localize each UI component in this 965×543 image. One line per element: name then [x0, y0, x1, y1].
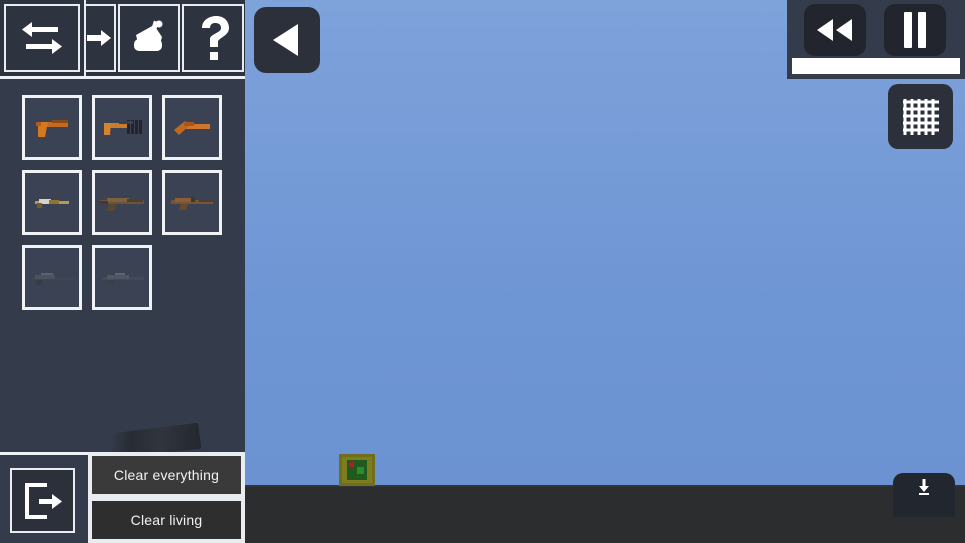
- timeline-bar-fill: [792, 58, 960, 74]
- pause-icon: [904, 12, 926, 48]
- pause-button[interactable]: [884, 4, 946, 56]
- carbine-thumbnail-icon: [35, 198, 69, 208]
- swap-arrows-icon: [22, 22, 62, 54]
- weapon-slot-sawed-off[interactable]: [162, 95, 222, 160]
- weapon-slot-assault-rifle[interactable]: [92, 170, 152, 235]
- triangle-left-icon: [273, 24, 298, 56]
- download-button[interactable]: [893, 473, 955, 517]
- next-tool-button[interactable]: [86, 4, 116, 72]
- sniper-rifle-thumbnail-icon: [31, 272, 75, 285]
- paint-tool-button[interactable]: [118, 4, 180, 72]
- machine-pistol-thumbnail-icon: [104, 119, 142, 135]
- clear-actions-panel: Clear everything Clear living: [88, 452, 245, 543]
- clear-living-button[interactable]: Clear living: [92, 501, 241, 539]
- entity-marker-red: [349, 462, 354, 467]
- question-mark-icon: [202, 16, 229, 60]
- assault-rifle-thumbnail-icon: [100, 197, 144, 211]
- download-icon: [919, 479, 929, 495]
- grid-icon: [902, 98, 939, 135]
- exit-button[interactable]: [10, 468, 75, 533]
- exit-door-icon: [24, 482, 62, 519]
- help-tool-button[interactable]: [182, 4, 244, 72]
- playback-controls-panel: [787, 0, 965, 79]
- left-sidebar: Clear everything Clear living: [0, 0, 245, 543]
- sawed-off-thumbnail-icon: [174, 120, 210, 135]
- swap-tool-button[interactable]: [4, 4, 80, 72]
- weapon-slot-sniper-rifle[interactable]: [22, 245, 82, 310]
- spawned-entity[interactable]: [339, 454, 375, 486]
- marksman-rifle-thumbnail-icon: [102, 272, 144, 285]
- weapon-slot-ak-rifle[interactable]: [162, 170, 222, 235]
- pistol-thumbnail-icon: [36, 119, 68, 137]
- timeline-bar[interactable]: [792, 58, 960, 74]
- weapon-slot-pistol[interactable]: [22, 95, 82, 160]
- entity-marker-green: [357, 467, 364, 474]
- clear-everything-button[interactable]: Clear everything: [92, 456, 241, 494]
- arrow-right-icon: [87, 30, 111, 46]
- grid-toggle-button[interactable]: [888, 84, 953, 149]
- rewind-icon: [817, 19, 852, 41]
- weapon-grid: [22, 95, 232, 310]
- game-screen: Clear everything Clear living: [0, 0, 965, 543]
- collapse-panel-button[interactable]: [254, 7, 320, 73]
- paint-bucket-icon: [134, 20, 163, 51]
- weapon-slot-carbine[interactable]: [22, 170, 82, 235]
- ak-rifle-thumbnail-icon: [171, 196, 213, 210]
- toolbar-underline: [0, 76, 245, 79]
- weapon-slot-machine-pistol[interactable]: [92, 95, 152, 160]
- rewind-button[interactable]: [804, 4, 866, 56]
- sidebar-toolbar: [0, 0, 245, 79]
- weapon-slot-marksman-rifle[interactable]: [92, 245, 152, 310]
